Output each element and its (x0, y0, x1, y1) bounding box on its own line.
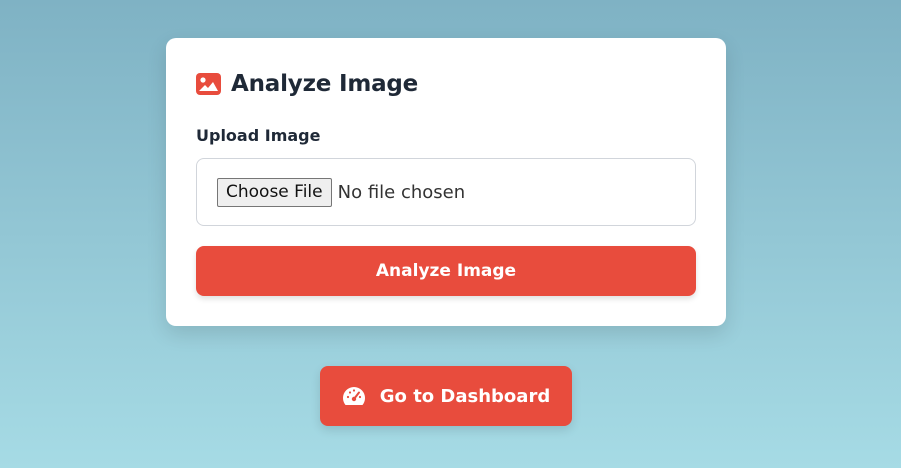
card-header: Analyze Image (196, 71, 418, 97)
image-icon (196, 73, 221, 95)
upload-label: Upload Image (196, 126, 321, 145)
tachometer-icon (342, 387, 365, 405)
analyze-image-button[interactable]: Analyze Image (196, 246, 696, 296)
analyze-card: Analyze Image Upload Image Choose File N… (166, 38, 726, 326)
choose-file-button[interactable]: Choose File (217, 177, 332, 207)
file-status-text: No file chosen (337, 181, 466, 203)
file-input-container[interactable]: Choose File No file chosen (196, 158, 696, 226)
page-title: Analyze Image (231, 71, 419, 97)
go-to-dashboard-button[interactable]: Go to Dashboard (320, 366, 572, 426)
dashboard-button-label: Go to Dashboard (379, 385, 551, 407)
